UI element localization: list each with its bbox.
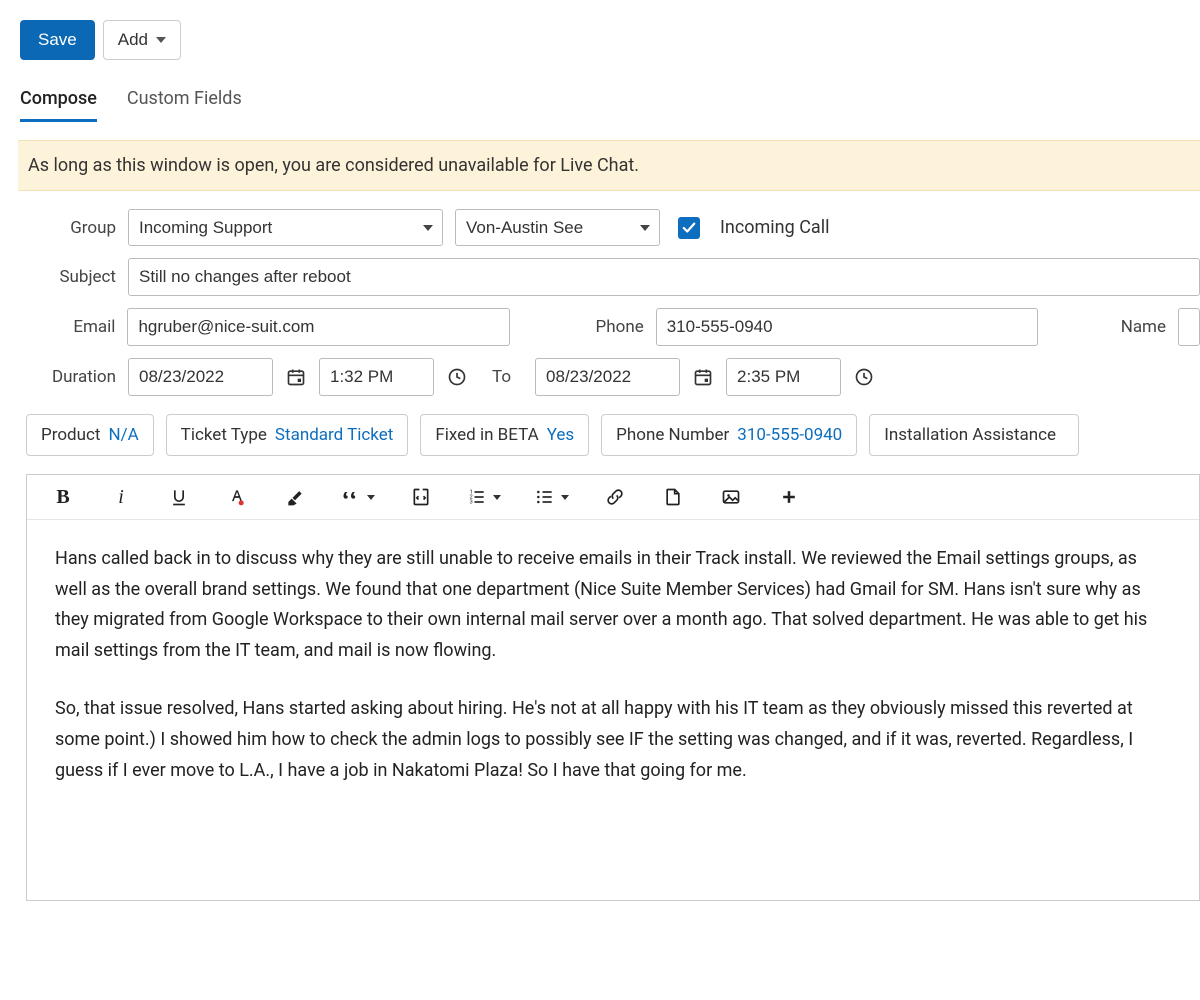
end-time-input[interactable] — [726, 358, 841, 396]
phone-input[interactable] — [656, 308, 1039, 346]
end-date-input[interactable] — [535, 358, 680, 396]
subject-label: Subject — [26, 267, 116, 287]
subject-input[interactable] — [128, 258, 1200, 296]
underline-icon[interactable] — [167, 485, 191, 509]
save-button[interactable]: Save — [20, 20, 95, 60]
code-block-icon[interactable] — [409, 485, 433, 509]
name-input[interactable] — [1178, 308, 1200, 346]
add-dropdown-button[interactable]: Add — [103, 20, 181, 60]
editor-toolbar: B i 123 — [27, 475, 1199, 520]
agent-select[interactable]: Von-Austin See — [455, 209, 660, 246]
duration-label: Duration — [26, 367, 116, 387]
tag-ticket-type[interactable]: Ticket Type Standard Ticket — [166, 414, 409, 456]
calendar-icon[interactable] — [692, 366, 714, 388]
highlight-icon[interactable] — [283, 485, 307, 509]
phone-label: Phone — [568, 317, 644, 337]
group-select[interactable]: Incoming Support — [128, 209, 443, 246]
email-label: Email — [26, 317, 115, 337]
italic-icon[interactable]: i — [109, 485, 133, 509]
group-label: Group — [26, 218, 116, 238]
editor-content[interactable]: Hans called back in to discuss why they … — [27, 520, 1199, 900]
blockquote-icon[interactable] — [341, 485, 375, 509]
caret-down-icon — [367, 495, 375, 500]
start-time-input[interactable] — [319, 358, 434, 396]
caret-down-icon — [561, 495, 569, 500]
incoming-call-checkbox[interactable] — [678, 217, 700, 239]
tab-custom-fields[interactable]: Custom Fields — [127, 82, 242, 122]
editor-paragraph: So, that issue resolved, Hans started as… — [55, 694, 1171, 786]
caret-down-icon — [493, 495, 501, 500]
tag-phone-number[interactable]: Phone Number 310-555-0940 — [601, 414, 857, 456]
to-label: To — [492, 367, 511, 387]
clock-icon[interactable] — [853, 366, 875, 388]
plus-icon[interactable] — [777, 485, 801, 509]
bold-icon[interactable]: B — [51, 485, 75, 509]
tag-fixed-in-beta[interactable]: Fixed in BETA Yes — [420, 414, 589, 456]
calendar-icon[interactable] — [285, 366, 307, 388]
tag-installation-assistance[interactable]: Installation Assistance — [869, 414, 1079, 456]
editor-paragraph: Hans called back in to discuss why they … — [55, 544, 1171, 666]
email-input[interactable] — [127, 308, 510, 346]
file-icon[interactable] — [661, 485, 685, 509]
check-icon — [682, 221, 696, 235]
add-label: Add — [118, 30, 148, 50]
clock-icon[interactable] — [446, 366, 468, 388]
unordered-list-icon[interactable] — [535, 485, 569, 509]
tag-product[interactable]: Product N/A — [26, 414, 154, 456]
link-icon[interactable] — [603, 485, 627, 509]
incoming-call-label: Incoming Call — [720, 217, 829, 238]
availability-banner: As long as this window is open, you are … — [18, 140, 1200, 191]
tab-compose[interactable]: Compose — [20, 82, 97, 122]
text-color-icon[interactable] — [225, 485, 249, 509]
start-date-input[interactable] — [128, 358, 273, 396]
rich-text-editor: B i 123 — [26, 474, 1200, 901]
custom-fields-summary: Product N/A Ticket Type Standard Ticket … — [20, 414, 1200, 456]
caret-down-icon — [156, 37, 166, 43]
name-label: Name — [1090, 317, 1166, 337]
svg-text:3: 3 — [470, 500, 473, 506]
image-icon[interactable] — [719, 485, 743, 509]
ordered-list-icon[interactable]: 123 — [467, 485, 501, 509]
